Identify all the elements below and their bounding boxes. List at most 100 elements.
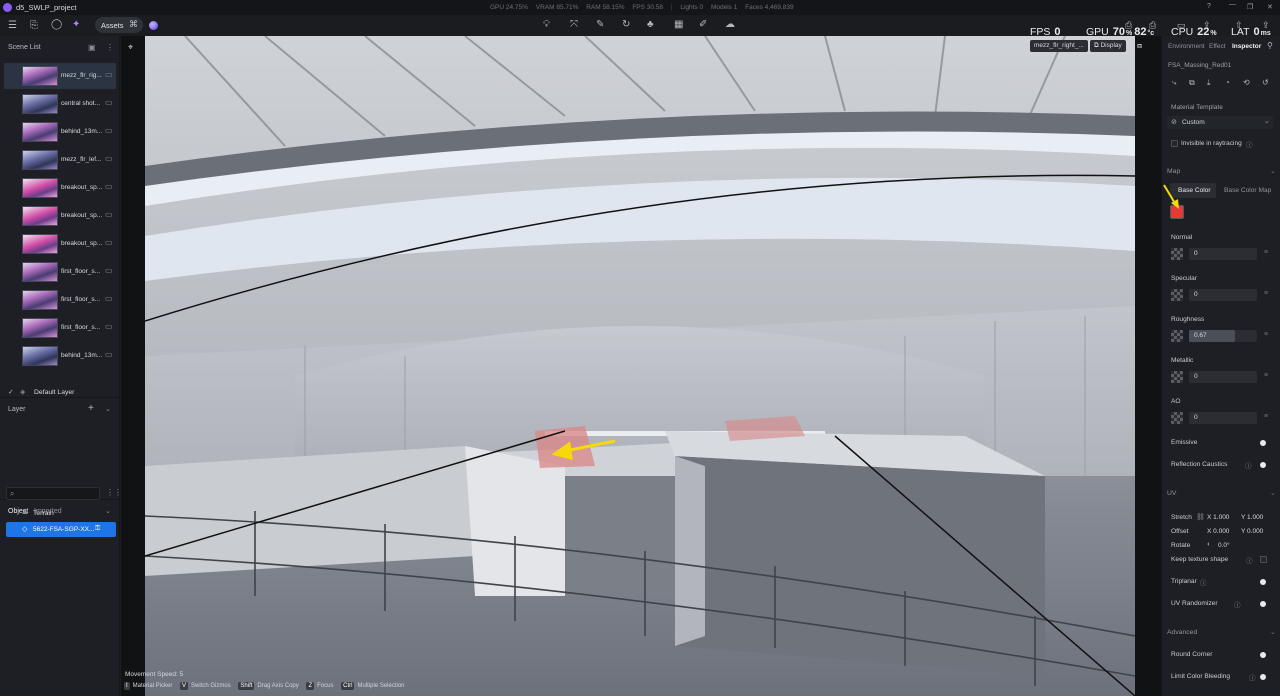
help-icon[interactable]: ? (1207, 3, 1211, 10)
camera-icon[interactable]: ▭ (105, 154, 113, 163)
metallic-map-slot[interactable] (1171, 371, 1183, 383)
menu-icon[interactable]: ☰ (8, 20, 17, 31)
pen-icon[interactable]: ✎ (171, 42, 179, 53)
uv-randomizer-toggle[interactable] (1260, 601, 1266, 607)
metallic-value-field[interactable]: 0 (1189, 371, 1257, 383)
emissive-toggle[interactable] (1260, 440, 1266, 446)
reset-icon[interactable]: ↺ (1262, 78, 1269, 87)
help-icon[interactable]: ⓘ (1200, 577, 1207, 587)
chevron-down-icon[interactable]: ⌄ (105, 405, 111, 413)
roughness-value-field[interactable]: 0.67 (1189, 330, 1257, 342)
round-corner-toggle[interactable] (1260, 652, 1266, 658)
offset-y-field[interactable]: Y 0.000 (1241, 528, 1263, 535)
copy-icon[interactable]: ⧉ (1189, 78, 1195, 88)
chevron-down-icon[interactable]: ⌄ (1270, 167, 1276, 175)
scene-item[interactable]: behind_13m... ▭ (4, 343, 116, 369)
add-scene-icon[interactable]: ▣ (88, 43, 96, 52)
tab-base-color-map[interactable]: Base Color Map (1224, 187, 1271, 194)
camera-icon[interactable]: ▭ (105, 210, 113, 219)
ai-icon[interactable]: ✦ (72, 19, 80, 30)
normal-value-field[interactable]: 0 (1189, 248, 1257, 260)
roughness-map-slot[interactable] (1171, 330, 1183, 342)
camera-icon[interactable]: ▭ (105, 294, 113, 303)
scene-item[interactable]: central shot... ▭ (4, 91, 116, 117)
stretch-x-field[interactable]: X 1.000 (1207, 514, 1229, 521)
normal-map-slot[interactable] (1171, 248, 1183, 260)
material-template-select[interactable]: ⊘ Custom ⌄ (1167, 116, 1273, 129)
specular-value-field[interactable]: 0 (1189, 289, 1257, 301)
video-icon[interactable]: ▭ (1177, 20, 1186, 31)
rotate-value-field[interactable]: 0.0° (1218, 542, 1230, 549)
replace-icon[interactable]: ⟲ (1243, 78, 1250, 87)
rotate-icon[interactable]: ↻ (622, 19, 630, 30)
layout-icon[interactable]: ⧈ (1137, 41, 1142, 51)
reflection-caustics-toggle[interactable] (1260, 462, 1266, 468)
upload-icon[interactable]: ⇧ (1235, 20, 1243, 31)
scene-item[interactable]: breakout_sp... ▭ (4, 231, 116, 257)
scene-item[interactable]: first_floor_s... ▭ (4, 287, 116, 313)
display-button[interactable]: ⧉ Display (1090, 40, 1126, 52)
slider-settings-icon[interactable]: ≡ (1264, 413, 1268, 420)
default-layer-label[interactable]: Default Layer (34, 389, 74, 396)
lock-icon[interactable]: ⚿ (95, 525, 100, 533)
specular-map-slot[interactable] (1171, 289, 1183, 301)
add-layer-icon[interactable]: + (88, 403, 94, 414)
slider-settings-icon[interactable]: ≡ (1264, 249, 1268, 256)
more-options-icon[interactable]: ⋮ (106, 43, 114, 52)
scene-item[interactable]: first_floor_s... ▭ (4, 315, 116, 341)
slider-settings-icon[interactable]: ≡ (1264, 290, 1268, 297)
scene-item[interactable]: breakout_sp... ▭ (4, 203, 116, 229)
keep-texture-shape-checkbox[interactable] (1260, 556, 1267, 563)
camera-icon[interactable]: ▭ (105, 350, 113, 359)
ao-value-field[interactable]: 0 (1189, 412, 1257, 424)
assets-button[interactable]: Assets ⌘ (95, 17, 143, 33)
stretch-y-field[interactable]: Y 1.000 (1241, 514, 1263, 521)
maximize-icon[interactable]: ❐ (1247, 3, 1253, 11)
help-icon[interactable]: ⓘ (1246, 555, 1253, 565)
camera-name-button[interactable]: mezz_flr_right_... (1030, 40, 1088, 52)
tab-inspector[interactable]: Inspector (1232, 43, 1261, 50)
export-icon[interactable]: ⇪ (1203, 20, 1211, 31)
camera-icon[interactable]: ▭ (105, 266, 113, 275)
help-icon[interactable]: ⓘ (1249, 672, 1256, 682)
link-icon[interactable]: ⛓︎ (1196, 513, 1205, 521)
globe-icon[interactable]: ⊕ (156, 42, 164, 53)
object-row-model[interactable]: ◇ 5622-FSA-SGP-XX... ⚿ (6, 522, 116, 537)
help-icon[interactable]: ⓘ (1245, 460, 1252, 470)
scene-item[interactable]: first_floor_s... ▭ (4, 259, 116, 285)
tab-effect[interactable]: Effect (1209, 43, 1226, 50)
camera-icon[interactable]: ▭ (105, 182, 113, 191)
warehouse-render[interactable] (145, 36, 1135, 696)
path-icon[interactable]: ⤧ (570, 19, 578, 30)
file-icon[interactable]: ⎘ (30, 20, 38, 31)
check-icon[interactable]: ✓ (8, 388, 14, 396)
scene-item[interactable]: behind_13m... ▭ (4, 119, 116, 145)
scene-item[interactable]: mezz_flr_lef... ▭ (4, 147, 116, 173)
brush-paint-icon[interactable]: ✐ (699, 19, 707, 30)
ao-map-slot[interactable] (1171, 412, 1183, 424)
screenshot-icon[interactable]: ⎙ (1125, 20, 1132, 31)
camera-view-icon[interactable]: ⛶ (1017, 41, 1023, 51)
light-icon[interactable]: 💡︎ (543, 19, 550, 30)
camera-icon[interactable]: ▭ (105, 126, 113, 135)
brush-icon[interactable]: ✎ (596, 19, 604, 30)
chevron-down-icon[interactable]: ⌄ (1270, 489, 1276, 497)
gizmo-icon[interactable]: ⌖ (128, 42, 133, 53)
camera-icon[interactable]: ▭ (105, 238, 113, 247)
slider-settings-icon[interactable]: ≡ (1264, 372, 1268, 379)
invisible-raytracing-checkbox[interactable] (1171, 140, 1178, 147)
close-icon[interactable]: ✕ (1267, 3, 1273, 11)
paint-icon[interactable]: ◔ (1225, 78, 1230, 87)
limit-color-bleeding-toggle[interactable] (1260, 674, 1266, 680)
material-tool-icon[interactable]: ⤷ (1172, 78, 1176, 88)
cloud-icon[interactable]: ☁ (725, 19, 735, 30)
object-row-terrain[interactable]: ⛰︎ Terrain (6, 506, 116, 521)
tab-environment[interactable]: Environment (1168, 43, 1205, 50)
d5-orb-icon[interactable] (149, 21, 158, 30)
help-icon[interactable]: ⓘ (1246, 139, 1253, 149)
scene-item[interactable]: breakout_sp... ▭ (4, 175, 116, 201)
plant-icon[interactable]: ♣ (647, 19, 654, 30)
chat-icon[interactable]: ◯ (51, 19, 62, 30)
camera-icon[interactable]: ▭ (105, 98, 113, 107)
camera-icon[interactable]: ▭ (105, 70, 113, 79)
